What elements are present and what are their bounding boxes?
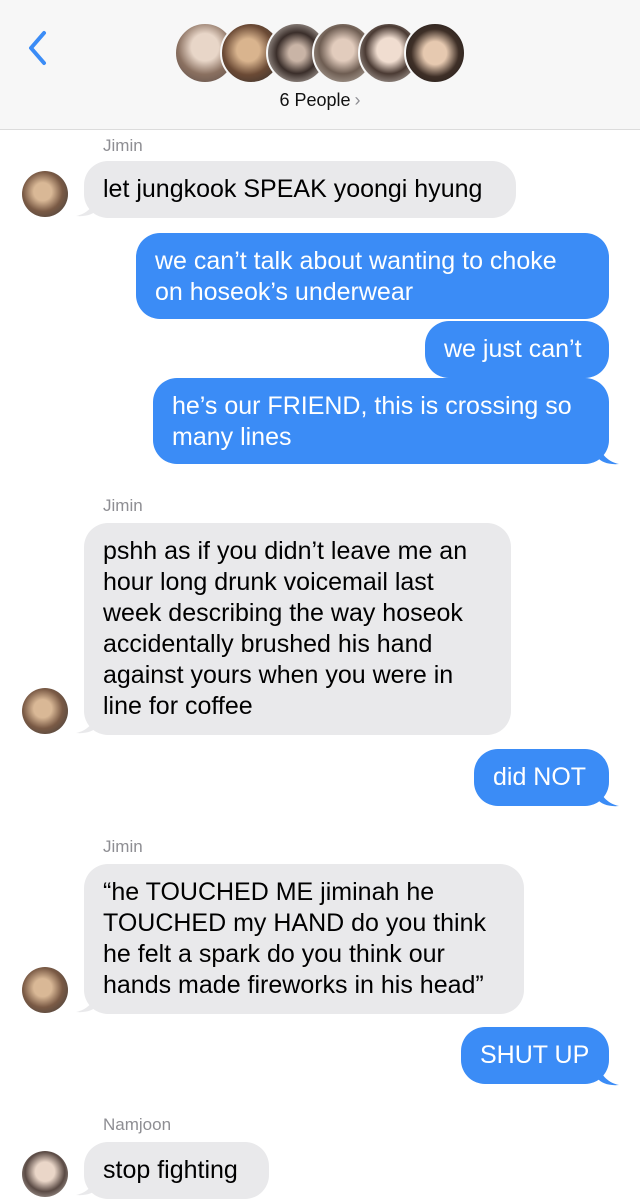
avatar bbox=[404, 22, 466, 84]
message-bubble[interactable]: pshh as if you didn’t leave me an hour l… bbox=[84, 523, 511, 735]
avatar bbox=[22, 171, 68, 217]
message-bubble[interactable]: “he TOUCHED ME jiminah he TOUCHED my HAN… bbox=[84, 864, 524, 1014]
sender-name: Jimin bbox=[103, 496, 143, 515]
avatar bbox=[22, 688, 68, 734]
people-count[interactable]: 6 People › bbox=[0, 90, 640, 111]
message-bubble[interactable]: did NOT bbox=[474, 749, 609, 806]
sender-name: Namjoon bbox=[103, 1115, 172, 1134]
message-bubble[interactable]: we just can’t bbox=[425, 321, 609, 378]
chevron-left-icon[interactable] bbox=[24, 28, 52, 68]
message-bubble[interactable]: stop fighting bbox=[84, 1142, 269, 1199]
people-label: 6 People bbox=[279, 90, 351, 110]
message-bubble[interactable]: SHUT UP bbox=[461, 1027, 609, 1084]
sender-name: Jimin bbox=[103, 136, 143, 155]
group-avatars[interactable] bbox=[174, 22, 470, 86]
conversation-header: 6 People › bbox=[0, 0, 640, 130]
chevron-right-icon: › bbox=[354, 90, 361, 110]
avatar bbox=[22, 1151, 68, 1197]
message-bubble[interactable]: let jungkook SPEAK yoongi hyung bbox=[84, 161, 516, 218]
avatar bbox=[22, 967, 68, 1013]
message-bubble[interactable]: we can’t talk about wanting to choke on … bbox=[136, 233, 609, 319]
message-bubble[interactable]: he’s our FRIEND, this is crossing so man… bbox=[153, 378, 609, 464]
sender-name: Jimin bbox=[103, 837, 143, 856]
